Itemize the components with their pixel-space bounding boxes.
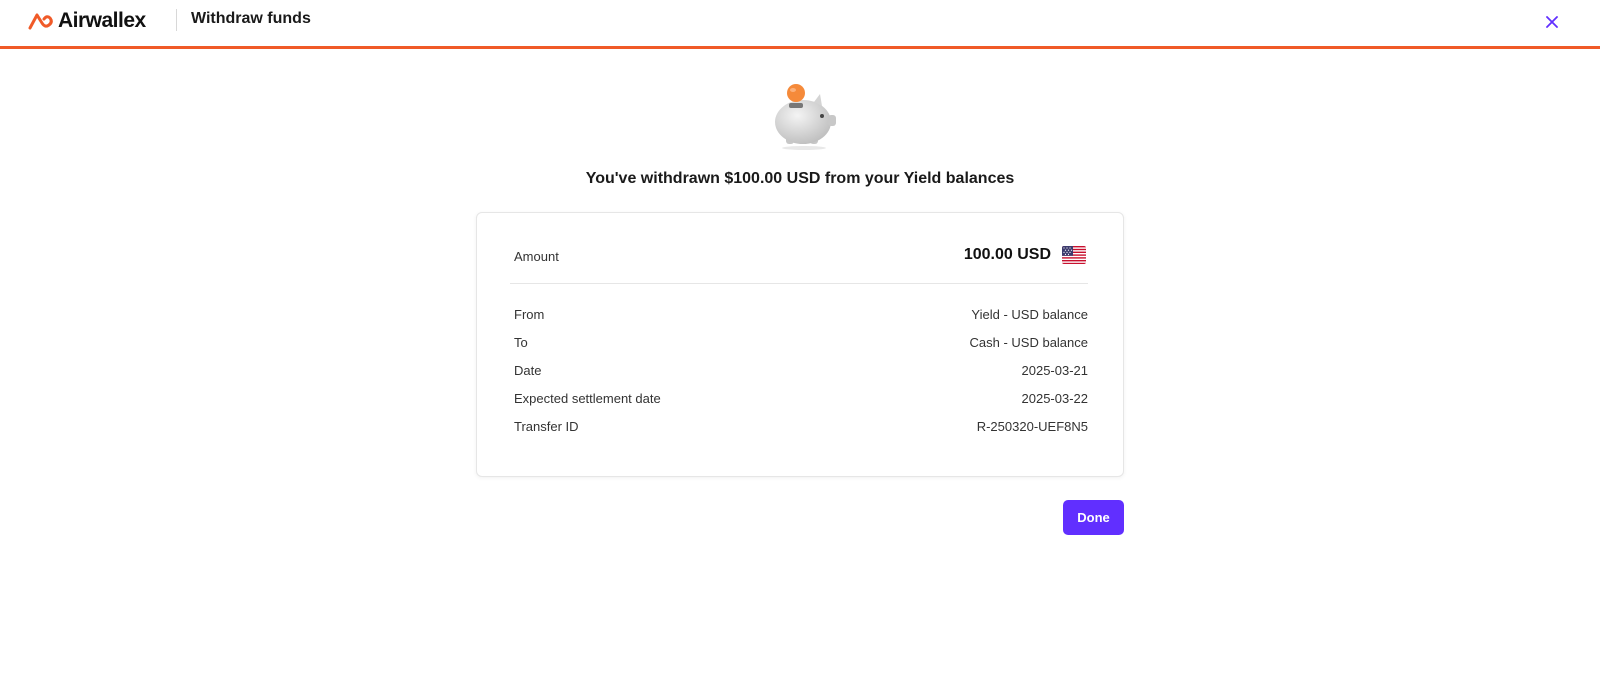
detail-row-to: To Cash - USD balance <box>514 335 1088 355</box>
detail-label: Date <box>514 363 542 378</box>
card-divider <box>510 283 1088 284</box>
us-flag-icon <box>1062 246 1086 264</box>
detail-label: From <box>514 307 545 322</box>
detail-row-transfer-id: Transfer ID R-250320-UEF8N5 <box>514 419 1088 439</box>
detail-label: Transfer ID <box>514 419 579 434</box>
detail-value: Cash - USD balance <box>969 335 1089 350</box>
app-header: Airwallex Withdraw funds <box>0 0 1600 49</box>
detail-label: Expected settlement date <box>514 391 661 406</box>
detail-label: To <box>514 335 528 350</box>
airwallex-logo-icon <box>28 13 53 30</box>
close-button[interactable] <box>1540 10 1564 34</box>
brand-name: Airwallex <box>58 9 146 32</box>
page-title: Withdraw funds <box>191 10 311 27</box>
airwallex-logo[interactable]: Airwallex <box>28 9 146 33</box>
done-button[interactable]: Done <box>1063 500 1124 535</box>
detail-row-from: From Yield - USD balance <box>514 307 1088 327</box>
detail-value: 2025-03-22 <box>1021 391 1089 406</box>
amount-value: 100.00 USD <box>963 246 1051 263</box>
header-divider <box>176 9 177 31</box>
detail-row-settlement-date: Expected settlement date 2025-03-22 <box>514 391 1088 411</box>
piggy-bank-icon <box>775 84 836 150</box>
detail-value: Yield - USD balance <box>971 307 1088 322</box>
detail-value: R-250320-UEF8N5 <box>976 419 1088 434</box>
confirmation-headline: You've withdrawn $100.00 USD from your Y… <box>585 170 1015 187</box>
close-icon <box>1546 16 1558 28</box>
amount-label: Amount <box>514 249 559 264</box>
detail-value: 2025-03-21 <box>1021 363 1089 378</box>
detail-row-date: Date 2025-03-21 <box>514 363 1088 383</box>
withdrawal-summary-card: Amount 100.00 USD From Yield - USD balan… <box>476 212 1124 477</box>
